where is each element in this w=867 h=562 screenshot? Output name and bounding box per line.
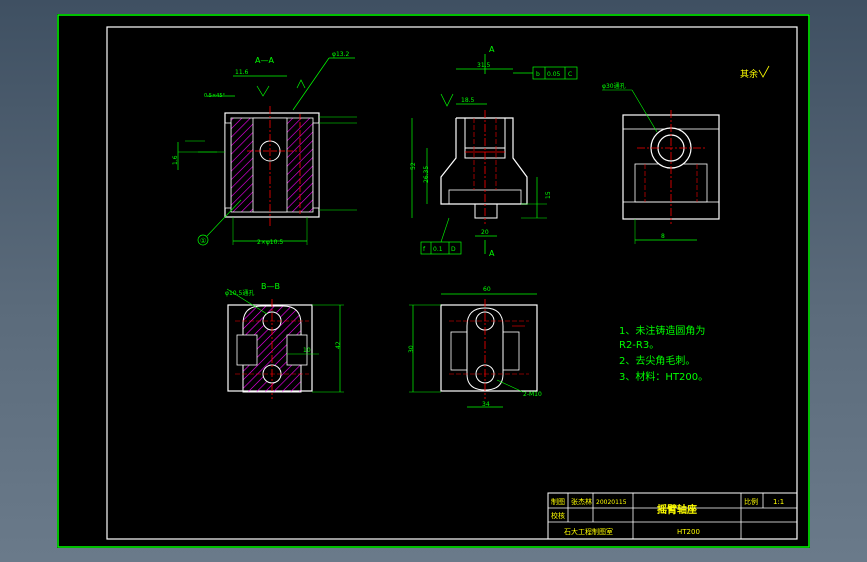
svg-text:C: C — [568, 71, 572, 78]
top-dim-height: 30 — [408, 345, 415, 353]
front-dim-height: 52 — [410, 162, 417, 170]
note-1-cont: R2-R3。 — [619, 340, 659, 351]
tb-scale-value: 1:1 — [773, 498, 784, 506]
top-dim-holes: 2-M10 — [523, 391, 542, 398]
roughness-note: 其余 — [740, 68, 758, 80]
tb-label-check: 校核 — [551, 511, 565, 520]
bb-dim-right: 10 — [303, 347, 311, 354]
front-view: A A 31.5 18.5 b 0.05 C 52 26.35 15 20 f … — [410, 45, 578, 258]
note-1: 1、未注铸造圆角为 — [619, 324, 705, 337]
tb-number: 20020115 — [596, 499, 627, 506]
tb-school: 石大工程制图室 — [564, 527, 613, 536]
aa-label: A—A — [255, 56, 274, 65]
note-2: 2、去尖角毛刺。 — [619, 354, 695, 367]
drawing-canvas[interactable]: A—A 11.6 0.5×45° φ13.2 1.6 2×φ10.5 ① A A… — [57, 14, 810, 548]
section-view-bb: B—B φ10.5通孔 42 10 — [225, 282, 344, 399]
tb-scale-label: 比例 — [744, 497, 758, 506]
inner-border — [106, 26, 798, 540]
front-dim-right: 15 — [545, 191, 552, 199]
front-dim-left: 26.35 — [423, 166, 430, 183]
outer-frame — [57, 14, 810, 548]
front-dim-mid: 18.5 — [461, 97, 475, 104]
tb-part-name: 摇臂轴座 — [657, 503, 697, 516]
svg-text:0.05: 0.05 — [547, 71, 561, 78]
drawing-svg: A—A 11.6 0.5×45° φ13.2 1.6 2×φ10.5 ① A A… — [57, 14, 810, 548]
title-block: 制图 校核 张杰林 20020115 摇臂轴座 比例 1:1 石大工程制图室 H… — [547, 492, 798, 540]
tb-label-draw: 制图 — [551, 497, 565, 506]
section-view-aa: A—A 11.6 0.5×45° φ13.2 1.6 2×φ10.5 ① — [172, 51, 357, 246]
note-3: 3、材料：HT200。 — [619, 370, 708, 383]
svg-text:D: D — [451, 246, 456, 253]
front-dim-base: 20 — [481, 229, 489, 236]
bb-dim-hole: φ10.5通孔 — [225, 289, 254, 297]
side-dim-base: 8 — [661, 233, 665, 240]
top-dim-bottom: 34 — [482, 401, 490, 408]
bb-dim-height: 42 — [335, 341, 342, 349]
svg-text:0.1: 0.1 — [433, 246, 443, 253]
front-label-bottom: A — [489, 249, 495, 258]
svg-text:①: ① — [200, 237, 206, 245]
front-body — [440, 117, 528, 205]
front-label-top: A — [489, 45, 495, 54]
aa-dim-bottom: 2×φ10.5 — [257, 239, 283, 246]
tb-drawer: 张杰林 — [571, 497, 592, 506]
aa-dim-top: 11.6 — [235, 69, 249, 76]
tb-material: HT200 — [677, 528, 700, 536]
svg-text:f: f — [423, 246, 426, 253]
side-view: φ30通孔 8 其余 — [602, 65, 770, 244]
svg-text:b: b — [536, 71, 540, 78]
front-dim-top: 31.5 — [477, 62, 491, 69]
top-dim-width: 60 — [483, 286, 491, 293]
top-body — [440, 304, 538, 392]
bb-label: B—B — [261, 282, 280, 291]
top-view: 60 30 34 2-M10 — [408, 286, 542, 408]
aa-dim-chamfer: 0.5×45° — [204, 93, 226, 99]
side-dim-hole: φ30通孔 — [602, 82, 626, 90]
aa-dim-left: 1.6 — [172, 155, 179, 165]
technical-notes: 1、未注铸造圆角为 R2-R3。 2、去尖角毛刺。 3、材料：HT200。 — [619, 324, 708, 383]
aa-dim-bubble: φ13.2 — [332, 51, 350, 58]
